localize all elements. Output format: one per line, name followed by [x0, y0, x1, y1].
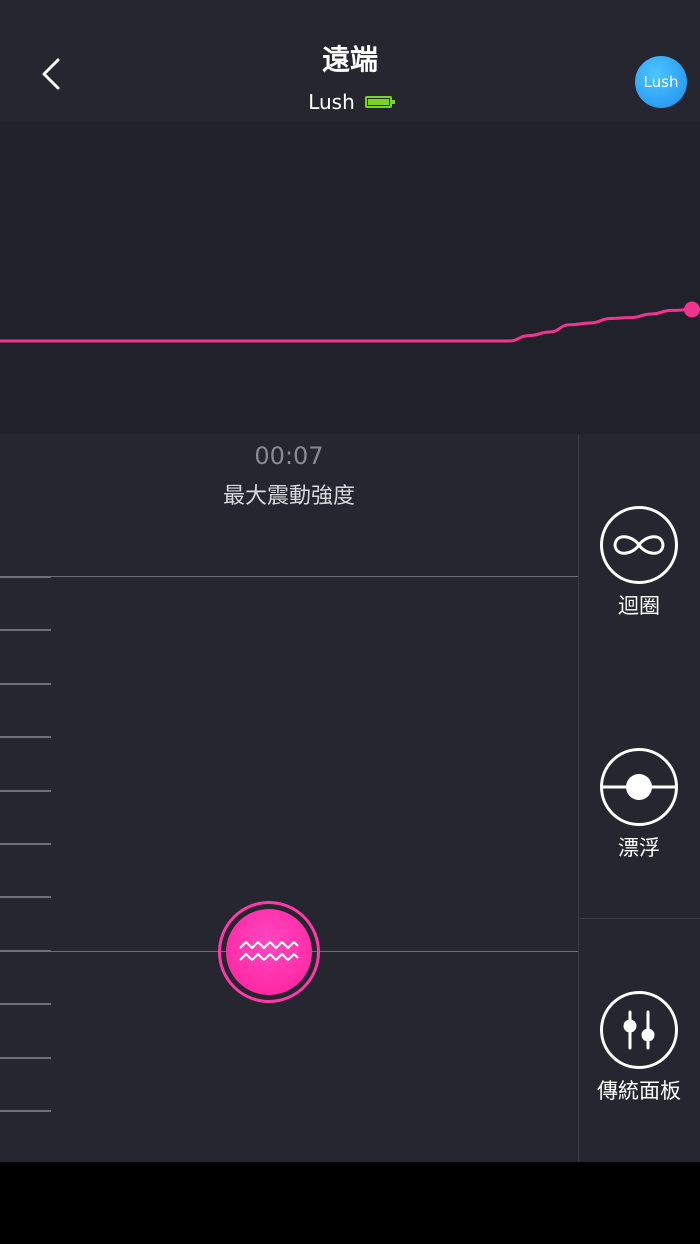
max-level-line — [0, 576, 578, 577]
vibration-knob[interactable] — [218, 901, 320, 1003]
intensity-line — [0, 308, 693, 343]
scale-tick — [0, 682, 51, 685]
float-icon — [600, 748, 678, 826]
scale-tick — [0, 896, 51, 899]
control-panel[interactable] — [0, 434, 578, 1162]
loop-label: 迴圈 — [618, 594, 660, 618]
scale-tick — [0, 843, 51, 845]
intensity-graph — [0, 122, 700, 434]
device-avatar-button[interactable]: Lush — [635, 56, 687, 108]
float-button[interactable]: 漂浮 — [580, 748, 698, 862]
scale-tick — [0, 1056, 51, 1059]
scale-tick — [0, 1110, 51, 1112]
elapsed-timer: 00:07 — [254, 442, 324, 470]
avatar-label: Lush — [643, 73, 679, 91]
intensity-current-dot — [684, 301, 700, 318]
wave-icon — [239, 940, 299, 962]
infinity-icon — [600, 506, 678, 584]
sidebar-divider — [579, 918, 700, 919]
scale-tick — [0, 629, 51, 632]
system-nav-bar — [0, 1162, 700, 1244]
device-status: Lush — [0, 90, 700, 114]
app-screen: 遠端 Lush Lush 00:07 最大震動強度 迴圈 漂浮 傳統面板 — [0, 0, 700, 1162]
float-label: 漂浮 — [618, 836, 660, 860]
classic-panel-button[interactable]: 傳統面板 — [580, 991, 698, 1105]
device-name: Lush — [308, 90, 355, 114]
header: 遠端 Lush Lush — [0, 0, 700, 122]
mode-label: 最大震動強度 — [222, 484, 355, 509]
sliders-icon — [600, 991, 678, 1069]
classic-panel-label: 傳統面板 — [597, 1079, 681, 1103]
loop-button[interactable]: 迴圈 — [580, 506, 698, 620]
scale-tick — [0, 576, 51, 578]
scale-tick — [0, 736, 51, 739]
scale-tick — [0, 789, 51, 792]
scale-tick — [0, 949, 51, 952]
intensity-graph-svg — [0, 301, 700, 343]
page-title: 遠端 — [321, 43, 378, 76]
battery-icon — [364, 96, 395, 108]
scale-tick — [0, 1003, 51, 1006]
